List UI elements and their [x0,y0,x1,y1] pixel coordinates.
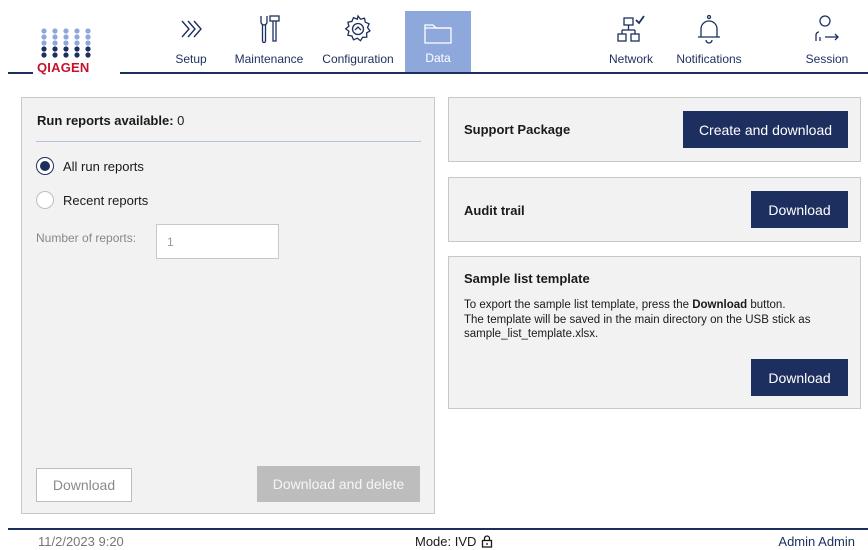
nav-configuration[interactable]: Configuration [318,12,398,72]
run-reports-available-count: 0 [177,113,185,128]
template-text-line3: sample_list_template.xlsx. [464,328,599,340]
template-text-line2: The template will be saved in the main d… [464,313,811,326]
support-package-title: Support Package [464,122,571,137]
nav-setup-label: Setup [175,52,207,66]
header-divider-left [8,72,33,74]
logo-dot [74,28,80,34]
radio-all-run-reports-label: All run reports [63,158,144,174]
logo-dot [63,52,69,58]
logo-dot [85,40,91,46]
logo-dot [52,46,58,52]
footer-divider [8,528,868,530]
nav-network[interactable]: Network [603,12,659,72]
nav-maintenance-label: Maintenance [234,52,304,66]
top-navigation-bar: QIAGEN Setup Maintenance Configuration D… [0,0,868,78]
folder-icon [424,24,452,44]
network-icon [617,15,645,42]
user-logout-icon [815,15,839,41]
nav-configuration-label: Configuration [322,52,394,66]
logo-dot [63,34,69,40]
chevrons-right-icon [181,20,202,38]
logo-dot [85,28,91,34]
logo-dot [52,52,58,58]
download-run-reports-button[interactable]: Download [36,468,132,502]
status-bar: 11/2/2023 9:20 Mode: IVD Admin Admin [0,532,868,550]
footer-user: Admin Admin [778,534,855,549]
logo-dot [85,52,91,58]
run-reports-title: Run reports available: 0 [37,113,184,128]
create-and-download-button[interactable]: Create and download [683,111,848,148]
logo-dot [85,46,91,52]
logo-dot [41,34,47,40]
support-package-panel: Support Package Create and download [448,97,861,162]
logo-dot [52,40,58,46]
number-of-reports-input[interactable] [156,224,279,259]
header-divider-right [120,72,868,74]
nav-notifications-label: Notifications [676,52,742,66]
logo-dot [41,28,47,34]
nav-session[interactable]: Session [798,12,856,72]
nav-notifications[interactable]: Notifications [668,12,750,72]
logo-dot [85,34,91,40]
footer-mode-text: Mode: IVD [415,534,477,549]
radio-recent-reports[interactable]: Recent reports [36,190,148,210]
footer-mode: Mode: IVD [415,534,493,549]
audit-trail-panel: Audit trail Download [448,177,861,242]
bell-icon [698,14,720,44]
logo-dot [63,46,69,52]
nav-session-label: Session [805,52,849,66]
sample-list-template-download-button[interactable]: Download [751,359,848,396]
logo-dot [52,34,58,40]
radio-all-run-reports[interactable]: All run reports [36,156,144,176]
audit-trail-title: Audit trail [464,203,525,218]
gear-icon [344,14,371,42]
logo-dot [41,52,47,58]
panel-divider [36,141,421,142]
number-of-reports-label: Number of reports: [36,231,137,245]
radio-button-unchecked[interactable] [36,191,54,209]
template-text-suffix: button. [747,299,786,311]
audit-trail-download-button[interactable]: Download [751,191,848,228]
qiagen-logo-dots [41,28,91,58]
lock-icon [482,535,493,548]
nav-network-label: Network [608,52,653,66]
qiagen-logo: QIAGEN [37,28,99,75]
radio-recent-reports-label: Recent reports [63,192,149,208]
run-reports-panel: Run reports available: 0 All run reports… [21,97,435,514]
template-text-prefix: To export the sample list template, pres… [464,299,693,311]
run-reports-available-label: Run reports available: [37,113,174,128]
template-text-bold: Download [692,299,748,311]
logo-dot [41,46,47,52]
logo-text: QIAGEN [37,60,90,75]
footer-datetime: 11/2/2023 9:20 [38,534,124,549]
nav-setup[interactable]: Setup [166,12,216,72]
nav-data[interactable]: Data [405,11,471,72]
logo-dot [41,40,47,46]
download-and-delete-button[interactable]: Download and delete [257,466,420,502]
logo-dot [74,52,80,58]
nav-data-label: Data [425,51,451,65]
sample-list-template-panel: Sample list template To export the sampl… [448,256,861,409]
sample-list-template-description: To export the sample list template, pres… [464,298,849,342]
logo-dot [74,40,80,46]
logo-dot [63,40,69,46]
nav-maintenance[interactable]: Maintenance [230,12,308,72]
logo-dot [74,34,80,40]
radio-button-checked[interactable] [36,157,54,175]
logo-dot [52,28,58,34]
logo-dot [74,46,80,52]
tools-icon [260,15,280,44]
sample-list-template-title: Sample list template [464,271,590,286]
logo-dot [63,28,69,34]
